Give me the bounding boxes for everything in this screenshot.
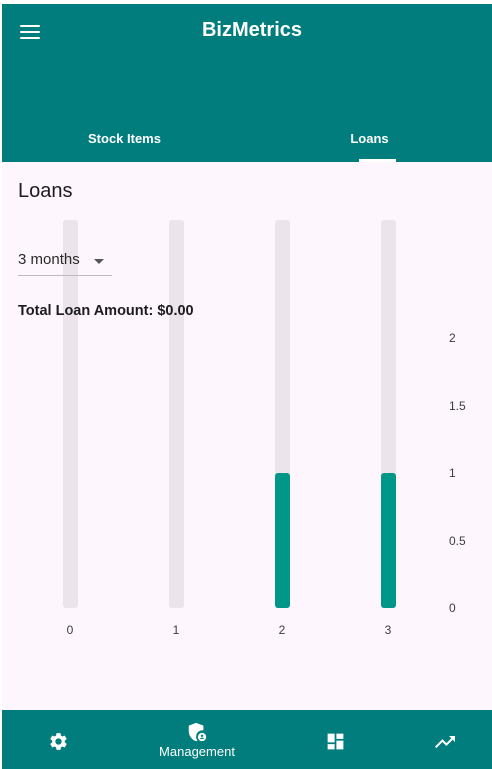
x-tick-label: 2 [278, 623, 286, 637]
shield-user-icon [188, 722, 207, 742]
y-tick-label: 1 [449, 466, 456, 480]
dashboard-icon [327, 733, 344, 750]
active-tab-indicator [359, 159, 396, 162]
loans-bar-chart: 0 1 2 3 0 0.5 1 1.5 2 [2, 214, 492, 644]
bar[interactable] [381, 473, 396, 608]
period-dropdown[interactable]: 3 months [18, 248, 112, 276]
caret-down-icon [94, 259, 104, 264]
x-tick-label: 0 [66, 623, 74, 637]
bar-track [169, 220, 184, 608]
tab-loans[interactable]: Loans [247, 122, 492, 162]
app-bar: BizMetrics Stock Items Loans [2, 4, 492, 162]
period-selected-value: 3 months [18, 251, 80, 268]
total-loan-amount: Total Loan Amount: $0.00 [18, 303, 194, 319]
bottom-nav: Management [2, 710, 492, 769]
x-tick-label: 3 [384, 623, 392, 637]
nav-management[interactable]: Management [142, 710, 252, 769]
y-tick-label: 2 [449, 331, 456, 345]
nav-trends[interactable] [425, 710, 469, 769]
trending-up-icon [435, 736, 455, 748]
x-tick-label: 1 [172, 623, 180, 637]
page-title: Loans [18, 180, 73, 202]
nav-settings[interactable] [37, 710, 81, 769]
y-tick-label: 0 [449, 601, 456, 615]
nav-management-label: Management [159, 744, 235, 759]
y-tick-label: 1.5 [449, 398, 466, 413]
bar[interactable] [275, 473, 290, 608]
nav-dashboard[interactable] [315, 710, 359, 769]
app-root: BizMetrics Stock Items Loans Loans 01230… [2, 4, 492, 769]
app-title: BizMetrics [201, 19, 303, 41]
y-tick-label: 0.5 [449, 533, 466, 548]
gear-icon [50, 733, 67, 750]
tab-stock-items[interactable]: Stock Items [2, 122, 247, 162]
bar-track [63, 220, 78, 608]
